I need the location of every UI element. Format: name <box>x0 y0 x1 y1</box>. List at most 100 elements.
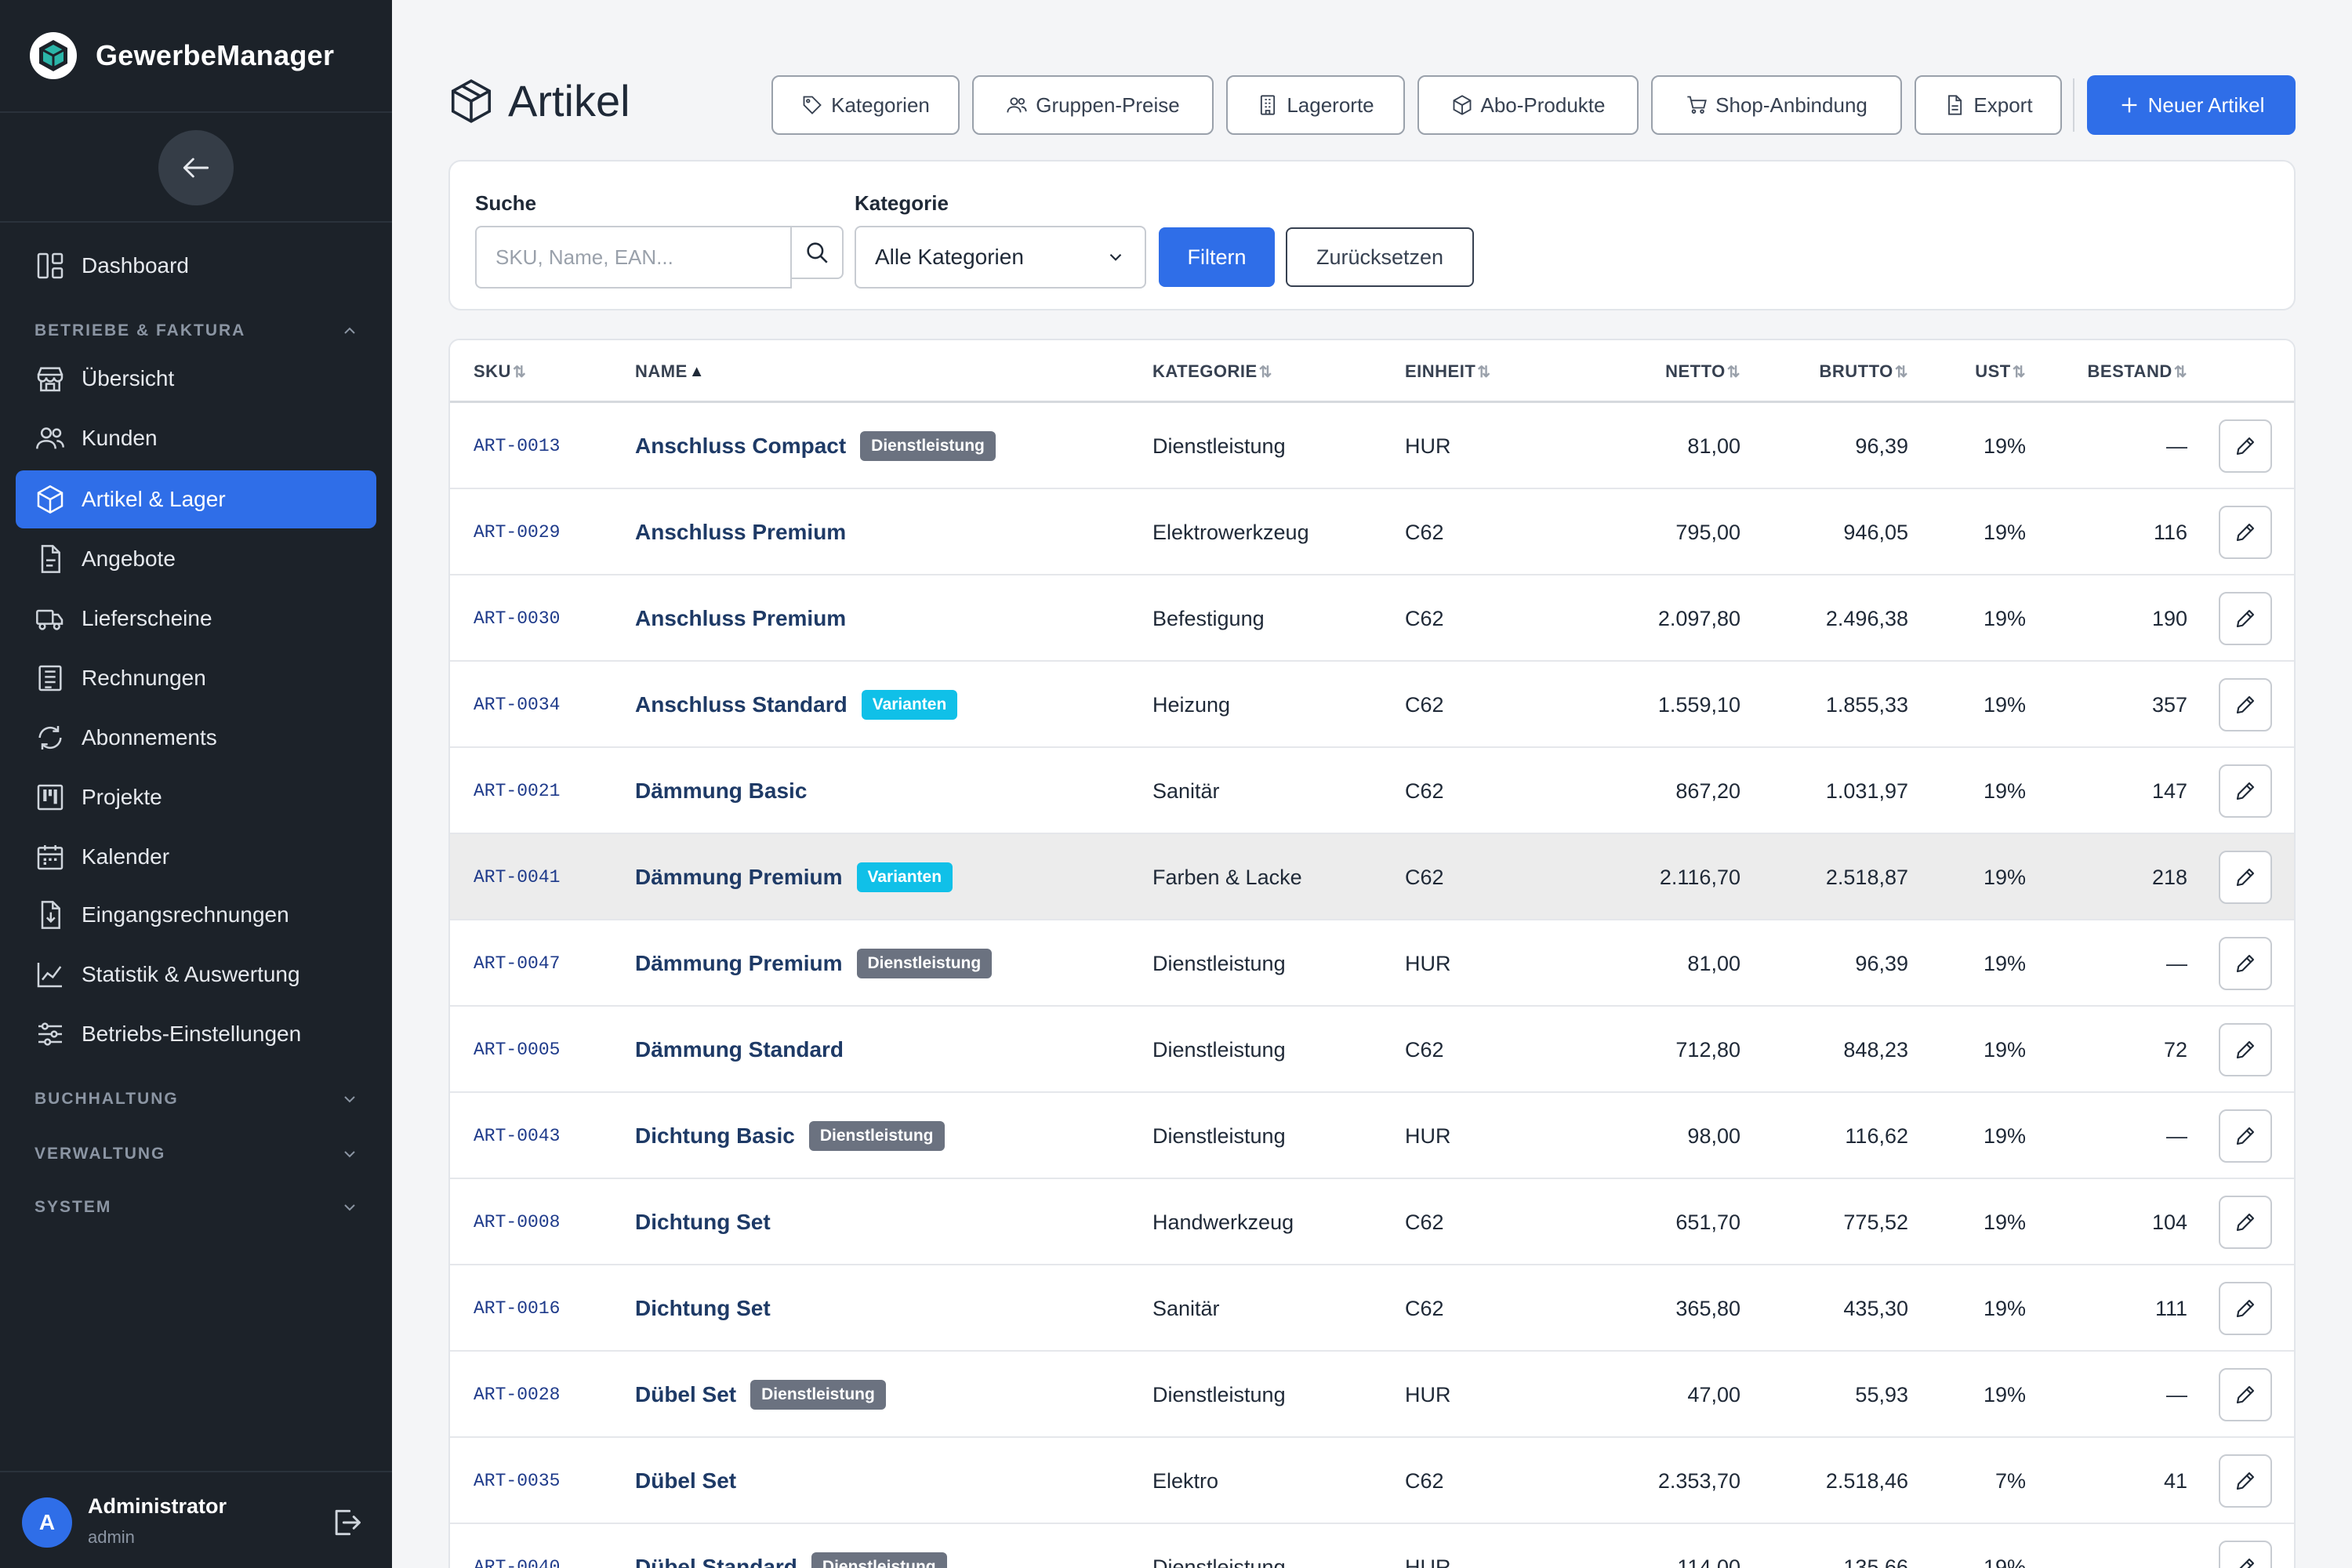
column-header-einheit[interactable]: EINHEIT ⇅ <box>1405 340 1491 403</box>
article-name-link[interactable]: Anschluss Standard <box>635 692 848 717</box>
sidebar-item-artikel-lager[interactable]: Artikel & Lager <box>16 470 376 528</box>
table-row[interactable]: ART-0030 Anschluss Premium Befestigung C62 2… <box>450 575 2294 662</box>
edit-button[interactable] <box>2219 1023 2272 1076</box>
sidebar-item-eingangsrechnungen[interactable]: Eingangsrechnungen <box>16 886 376 944</box>
sku-cell: ART-0030 <box>474 608 561 629</box>
gruppen-preise-button[interactable]: Gruppen-Preise <box>972 75 1214 135</box>
articles-table: SKU ⇅ NAME ▲ KATEGORIE ⇅ EINHEIT ⇅ NETTO ⇅ BR… <box>448 339 2296 1568</box>
table-row[interactable]: ART-0043 Dichtung Basic Dienstleistung Dien… <box>450 1093 2294 1179</box>
article-name-link[interactable]: Dämmung Premium <box>635 865 843 890</box>
table-row[interactable]: ART-0047 Dämmung Premium Dienstleistung Die… <box>450 920 2294 1007</box>
column-header-name[interactable]: NAME ▲ <box>635 340 705 403</box>
edit-button[interactable] <box>2219 419 2272 473</box>
article-name-link[interactable]: Dämmung Premium <box>635 951 843 976</box>
pencil-icon <box>2236 609 2255 628</box>
net-price-cell: 867,20 <box>1675 779 1740 803</box>
article-name-link[interactable]: Anschluss Compact <box>635 434 846 459</box>
sidebar-item-kunden[interactable]: Kunden <box>16 409 376 467</box>
table-row[interactable]: ART-0028 Dübel Set Dienstleistung Dienstlei… <box>450 1352 2294 1438</box>
shop-anbindung-button[interactable]: Shop-Anbindung <box>1651 75 1902 135</box>
net-price-cell: 1.559,10 <box>1657 692 1740 717</box>
edit-button[interactable] <box>2219 851 2272 904</box>
edit-button[interactable] <box>2219 1368 2272 1421</box>
sidebar-section-betriebe[interactable]: BETRIEBE & FAKTURA <box>34 315 359 347</box>
article-name-link[interactable]: Dübel Standard <box>635 1555 797 1568</box>
category-select[interactable]: Alle Kategorien <box>855 226 1146 289</box>
column-header-ust[interactable]: UST ⇅ <box>1916 340 2026 403</box>
article-name-link[interactable]: Dämmung Standard <box>635 1037 844 1062</box>
edit-button[interactable] <box>2219 1282 2272 1335</box>
user-role: admin <box>88 1527 135 1547</box>
article-name-link[interactable]: Dichtung Set <box>635 1210 771 1235</box>
article-name-link[interactable]: Dichtung Basic <box>635 1123 795 1149</box>
edit-button[interactable] <box>2219 1196 2272 1249</box>
chevron-down-icon <box>344 1151 355 1158</box>
article-name-link[interactable]: Dübel Set <box>635 1468 736 1494</box>
sidebar-item-abonnements[interactable]: Abonnements <box>16 709 376 767</box>
sidebar-item-kalender[interactable]: Kalender <box>16 828 376 886</box>
article-name-link[interactable]: Dichtung Set <box>635 1296 771 1321</box>
kategorien-button[interactable]: Kategorien <box>771 75 960 135</box>
vat-cell: 19% <box>1983 1037 2026 1062</box>
stock-cell: 72 <box>2163 1037 2187 1062</box>
edit-button[interactable] <box>2219 678 2272 731</box>
table-row[interactable]: ART-0008 Dichtung Set Handwerkzeug C62 651,7… <box>450 1179 2294 1265</box>
vat-cell: 19% <box>1983 1382 2026 1406</box>
column-header-kategorie[interactable]: KATEGORIE ⇅ <box>1152 340 1272 403</box>
sidebar-item-lieferscheine[interactable]: Lieferscheine <box>16 590 376 648</box>
column-header-bestand[interactable]: BESTAND ⇅ <box>2046 340 2187 403</box>
edit-button[interactable] <box>2219 1541 2272 1568</box>
new-article-button[interactable]: Neuer Artikel <box>2087 75 2296 135</box>
sidebar-item-projekte[interactable]: Projekte <box>16 768 376 826</box>
edit-button[interactable] <box>2219 506 2272 559</box>
table-row[interactable]: ART-0021 Dämmung Basic Sanitär C62 867,20 1.0… <box>450 748 2294 834</box>
table-row[interactable]: ART-0016 Dichtung Set Sanitär C62 365,80 435,… <box>450 1265 2294 1352</box>
article-name-link[interactable]: Anschluss Premium <box>635 606 846 631</box>
column-header-netto[interactable]: NETTO ⇅ <box>1602 340 1740 403</box>
column-header-brutto[interactable]: BRUTTO ⇅ <box>1767 340 1908 403</box>
sort-asc-icon: ▲ <box>688 362 706 380</box>
gross-price-cell: 775,52 <box>1843 1210 1908 1234</box>
avatar[interactable]: A <box>22 1497 72 1548</box>
article-name-link[interactable]: Dübel Set <box>635 1382 736 1407</box>
store-icon <box>37 367 64 392</box>
table-row[interactable]: ART-0029 Anschluss Premium Elektrowerkzeug… <box>450 489 2294 575</box>
search-button[interactable] <box>790 226 844 279</box>
gross-price-cell: 135,66 <box>1843 1555 1908 1568</box>
collapse-sidebar-button[interactable] <box>158 130 234 205</box>
reset-button[interactable]: Zurücksetzen <box>1286 227 1474 287</box>
sidebar-section-system[interactable]: SYSTEM <box>34 1192 359 1223</box>
edit-button[interactable] <box>2219 592 2272 645</box>
export-button[interactable]: Export <box>1915 75 2062 135</box>
category-cell: Dienstleistung <box>1152 1123 1286 1148</box>
table-row[interactable]: ART-0034 Anschluss Standard Varianten Heizu… <box>450 662 2294 748</box>
sidebar-section-buchhaltung[interactable]: BUCHHALTUNG <box>34 1083 359 1115</box>
edit-button[interactable] <box>2219 1454 2272 1508</box>
filter-button[interactable]: Filtern <box>1159 227 1275 287</box>
table-row[interactable]: ART-0035 Dübel Set Elektro C62 2.353,70 2.518… <box>450 1438 2294 1524</box>
lagerorte-button[interactable]: Lagerorte <box>1226 75 1405 135</box>
sidebar-item-rechnungen[interactable]: Rechnungen <box>16 649 376 707</box>
pencil-icon <box>2239 1558 2255 1568</box>
logout-icon[interactable] <box>329 1505 364 1540</box>
table-row[interactable]: ART-0005 Dämmung Standard Dienstleistung C6… <box>450 1007 2294 1093</box>
search-input[interactable] <box>475 226 792 289</box>
table-row[interactable]: ART-0041 Dämmung Premium Varianten Farben &… <box>450 834 2294 920</box>
article-name-link[interactable]: Dämmung Basic <box>635 779 807 804</box>
column-header-sku[interactable]: SKU ⇅ <box>474 340 526 403</box>
stock-cell: 190 <box>2151 606 2187 630</box>
article-name-link[interactable]: Anschluss Premium <box>635 520 846 545</box>
sidebar-section-verwaltung[interactable]: VERWALTUNG <box>34 1138 359 1170</box>
sidebar-item-uebersicht[interactable]: Übersicht <box>16 350 376 408</box>
table-row[interactable]: ART-0040 Dübel Standard Dienstleistung Dien… <box>450 1524 2294 1568</box>
sidebar-item-statistik[interactable]: Statistik & Auswertung <box>16 946 376 1004</box>
sidebar-item-einstellungen[interactable]: Betriebs-Einstellungen <box>16 1005 376 1063</box>
abo-produkte-button[interactable]: Abo-Produkte <box>1417 75 1639 135</box>
edit-button[interactable] <box>2219 937 2272 990</box>
sidebar-item-dashboard[interactable]: Dashboard <box>16 237 376 295</box>
table-row[interactable]: ART-0013 Anschluss Compact Dienstleistung D… <box>450 403 2294 489</box>
edit-button[interactable] <box>2219 764 2272 818</box>
stock-cell: — <box>2166 1382 2187 1406</box>
edit-button[interactable] <box>2219 1109 2272 1163</box>
sidebar-item-angebote[interactable]: Angebote <box>16 530 376 588</box>
